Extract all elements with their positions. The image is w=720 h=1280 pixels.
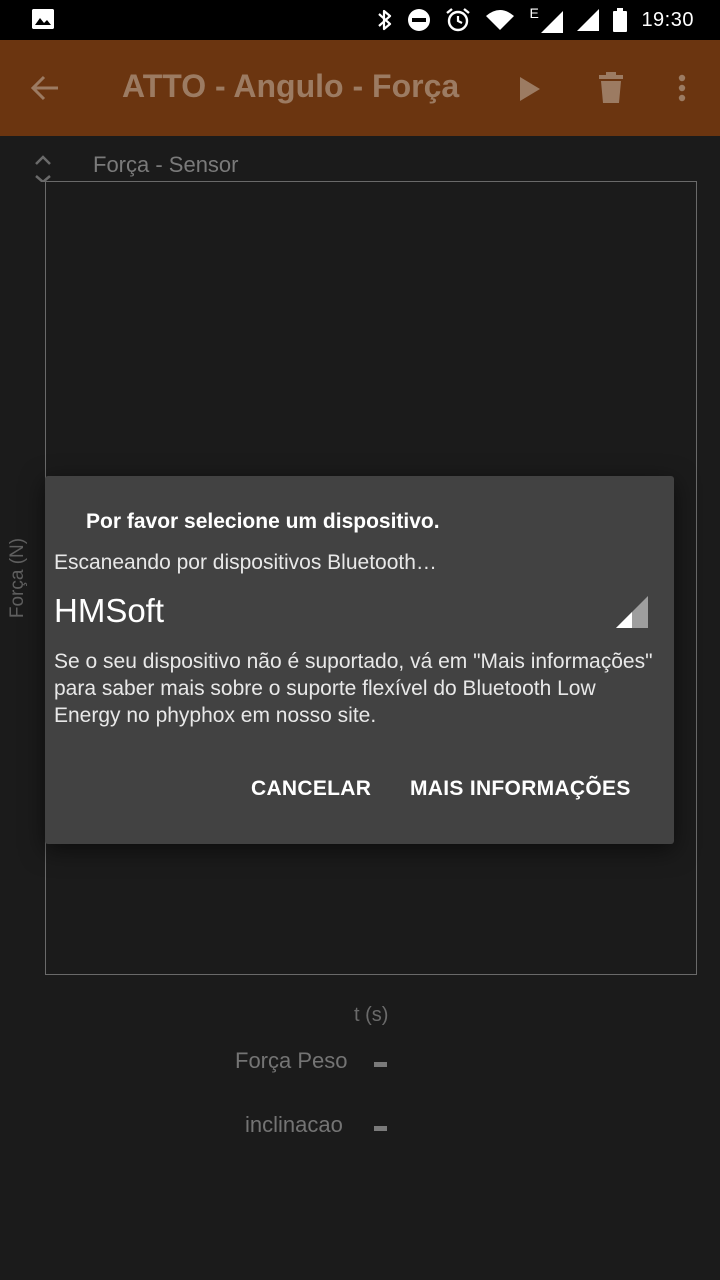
graph-y-axis-label: Força (N) [7,537,29,619]
mobile-data-indicator: E [529,5,564,33]
back-arrow-icon[interactable] [30,73,60,103]
device-list-item[interactable]: HMSoft [45,584,674,644]
signal-strength-icon [616,596,648,628]
network-type-label: E [529,5,539,21]
graph-x-axis-label: t (s) [354,1004,389,1026]
signal-icon [577,9,600,31]
dialog-title: Por favor selecione um dispositivo. [86,510,440,533]
scanning-status: Escaneando por dispositivos Bluetooth… [54,551,437,574]
value-label-inclinacao: inclinacao [245,1112,343,1137]
graph-title: Força - Sensor [93,152,239,177]
alarm-icon [446,8,471,32]
do-not-disturb-icon [408,9,431,31]
image-icon [32,9,54,29]
more-info-button[interactable]: MAIS INFORMAÇÕES [410,777,631,801]
expand-icon[interactable] [33,154,53,182]
dialog-message: Se o seu dispositivo não é suportado, vá… [54,650,653,727]
clock: 19:30 [641,8,694,31]
wifi-icon [486,10,515,30]
bluetooth-icon [378,9,392,31]
signal-icon [541,11,564,33]
cancel-button[interactable]: CANCELAR [251,777,371,801]
delete-icon[interactable] [598,72,624,104]
value-label-forca-peso: Força Peso [235,1048,348,1073]
more-vert-icon[interactable] [676,74,688,104]
device-name: HMSoft [54,592,165,629]
play-icon[interactable] [518,76,542,102]
status-bar: E 19:30 [0,0,720,40]
value-forca-peso [374,1062,387,1067]
page-title: ATTO - Angulo - Força [122,68,460,104]
app-bar: ATTO - Angulo - Força [0,40,720,136]
battery-icon [613,8,628,32]
device-selection-dialog: Por favor selecione um dispositivo. Esca… [45,476,674,844]
value-inclinacao [374,1126,387,1131]
